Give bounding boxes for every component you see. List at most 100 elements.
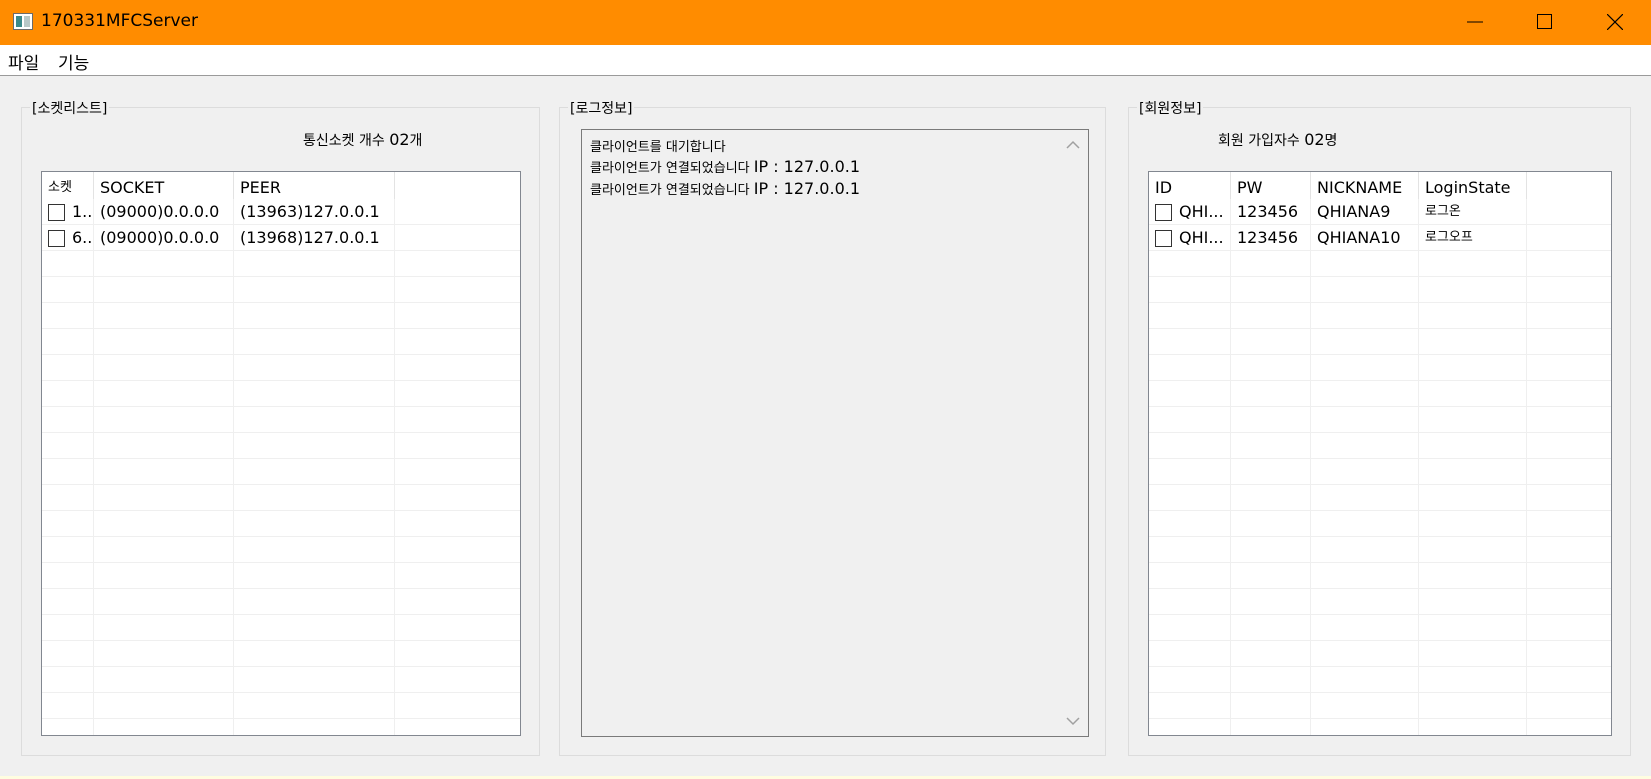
- log-text: 클라이언트가 연결되었습니다: [590, 161, 754, 176]
- socket-id-cell: 6..: [72, 228, 93, 247]
- empty-grid-row: [42, 277, 520, 303]
- member-id-cell: QHI...: [1179, 228, 1224, 247]
- empty-grid-row: [42, 615, 520, 641]
- log-ip: IP : 127.0.0.1: [753, 179, 861, 198]
- empty-grid-row: [1149, 641, 1611, 667]
- window-title: 170331MFCServer: [41, 11, 198, 31]
- empty-grid-row: [42, 407, 520, 433]
- log-line: 클라이언트를 대기합니다: [590, 136, 726, 155]
- log-line: 클라이언트가 연결되었습니다 IP : 127.0.0.1: [590, 179, 860, 198]
- socket-count-suffix: 개: [409, 133, 423, 149]
- member-count-suffix: 명: [1324, 133, 1338, 149]
- empty-grid-row: [42, 251, 520, 277]
- empty-grid-row: [1149, 355, 1611, 381]
- maximize-icon: [1537, 14, 1552, 29]
- member-list-view[interactable]: ID PW NICKNAME LoginState QHI... 123456 …: [1148, 171, 1612, 736]
- empty-grid-row: [42, 719, 520, 735]
- close-icon: [1607, 14, 1623, 30]
- empty-grid-row: [42, 459, 520, 485]
- empty-grid-row: [42, 563, 520, 589]
- socket-id-cell: 1..: [72, 202, 93, 221]
- app-icon[interactable]: [13, 13, 33, 30]
- column-header-peer[interactable]: PEER: [234, 172, 395, 199]
- table-row[interactable]: 1.. (09000)0.0.0.0 (13963)127.0.0.1: [42, 199, 520, 225]
- member-nickname-cell: QHIANA9: [1317, 202, 1391, 221]
- empty-grid-row: [1149, 251, 1611, 277]
- row-checkbox[interactable]: [1155, 204, 1172, 221]
- empty-grid-row: [42, 485, 520, 511]
- row-checkbox[interactable]: [48, 204, 65, 221]
- empty-grid-row: [1149, 459, 1611, 485]
- socket-cell: (09000)0.0.0.0: [100, 228, 220, 247]
- empty-grid-row: [1149, 381, 1611, 407]
- column-header-socket[interactable]: SOCKET: [94, 172, 234, 199]
- column-header-socket-id[interactable]: 소켓: [42, 172, 94, 199]
- table-row[interactable]: QHI... 123456 QHIANA10 로그오프: [1149, 225, 1611, 251]
- empty-grid-row: [1149, 433, 1611, 459]
- socket-list-header: 소켓 SOCKET PEER: [42, 172, 520, 199]
- empty-grid-row: [1149, 589, 1611, 615]
- scroll-up-icon[interactable]: [1066, 140, 1080, 150]
- socket-count-value: 02: [389, 130, 410, 149]
- log-text: 클라이언트가 연결되었습니다: [590, 183, 754, 198]
- log-legend: [로그정보]: [568, 98, 635, 118]
- empty-grid-row: [1149, 511, 1611, 537]
- member-id-cell: QHI...: [1179, 202, 1224, 221]
- peer-cell: (13968)127.0.0.1: [240, 228, 380, 247]
- empty-grid-row: [42, 641, 520, 667]
- socket-cell: (09000)0.0.0.0: [100, 202, 220, 221]
- empty-grid-row: [42, 693, 520, 719]
- menu-bar: 파일 기능: [0, 45, 1651, 76]
- empty-grid-row: [1149, 563, 1611, 589]
- log-line: 클라이언트가 연결되었습니다 IP : 127.0.0.1: [590, 157, 860, 176]
- empty-grid-row: [42, 381, 520, 407]
- column-header-id[interactable]: ID: [1149, 172, 1231, 199]
- scroll-down-icon[interactable]: [1066, 716, 1080, 726]
- member-pw-cell: 123456: [1237, 202, 1299, 221]
- log-text: 클라이언트를 대기합니다: [590, 140, 726, 155]
- socket-list-view[interactable]: 소켓 SOCKET PEER 1.. (09000)0.0.0.0 (13963…: [41, 171, 521, 736]
- member-state-cell: 로그오프: [1425, 230, 1473, 245]
- minimize-button[interactable]: [1440, 0, 1510, 45]
- member-legend: [회원정보]: [1137, 98, 1204, 118]
- menu-file[interactable]: 파일: [8, 49, 39, 74]
- empty-grid-row: [1149, 667, 1611, 693]
- table-row[interactable]: 6.. (09000)0.0.0.0 (13968)127.0.0.1: [42, 225, 520, 251]
- empty-grid-row: [42, 511, 520, 537]
- empty-grid-row: [42, 303, 520, 329]
- member-count: 회원 가입자수 02명: [1218, 130, 1337, 150]
- title-bar[interactable]: 170331MFCServer: [0, 0, 1651, 45]
- menu-function[interactable]: 기능: [58, 49, 89, 74]
- log-box[interactable]: 클라이언트를 대기합니다 클라이언트가 연결되었습니다 IP : 127.0.0…: [581, 129, 1089, 737]
- member-nickname-cell: QHIANA10: [1317, 228, 1401, 247]
- empty-grid-row: [1149, 615, 1611, 641]
- maximize-button[interactable]: [1510, 0, 1580, 45]
- column-header-nickname[interactable]: NICKNAME: [1311, 172, 1419, 199]
- empty-grid-row: [1149, 719, 1611, 735]
- member-pw-cell: 123456: [1237, 228, 1299, 247]
- socket-list-legend: [소켓리스트]: [30, 98, 110, 118]
- member-list-header: ID PW NICKNAME LoginState: [1149, 172, 1611, 199]
- member-count-prefix: 회원 가입자수: [1218, 133, 1305, 149]
- log-ip: IP : 127.0.0.1: [753, 157, 861, 176]
- empty-grid-row: [42, 355, 520, 381]
- empty-grid-row: [1149, 485, 1611, 511]
- empty-grid-row: [42, 329, 520, 355]
- close-button[interactable]: [1580, 0, 1651, 45]
- column-header-pw[interactable]: PW: [1231, 172, 1311, 199]
- row-checkbox[interactable]: [1155, 230, 1172, 247]
- peer-cell: (13963)127.0.0.1: [240, 202, 380, 221]
- empty-grid-row: [1149, 407, 1611, 433]
- minimize-icon: [1467, 21, 1483, 23]
- member-count-value: 02: [1304, 130, 1325, 149]
- empty-grid-row: [42, 537, 520, 563]
- column-header-loginstate[interactable]: LoginState: [1419, 172, 1527, 199]
- table-row[interactable]: QHI... 123456 QHIANA9 로그온: [1149, 199, 1611, 225]
- empty-grid-row: [42, 589, 520, 615]
- row-checkbox[interactable]: [48, 230, 65, 247]
- empty-grid-row: [1149, 303, 1611, 329]
- empty-grid-row: [1149, 277, 1611, 303]
- empty-grid-row: [1149, 693, 1611, 719]
- member-state-cell: 로그온: [1425, 204, 1461, 219]
- socket-count-prefix: 통신소켓 개수: [303, 133, 390, 149]
